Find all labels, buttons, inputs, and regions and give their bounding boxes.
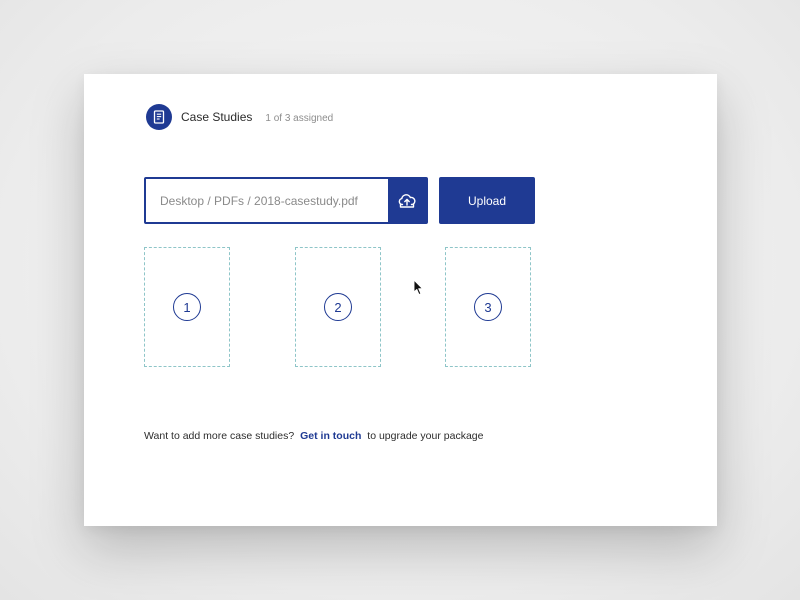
upgrade-note: Want to add more case studies? Get in to… — [144, 430, 483, 442]
card-header: Case Studies 1 of 3 assigned — [146, 104, 333, 130]
slot-number: 2 — [324, 293, 352, 321]
upload-slot-3[interactable]: 3 — [445, 247, 531, 367]
upgrade-note-suffix: to upgrade your package — [367, 430, 484, 442]
file-path-input[interactable] — [146, 179, 388, 222]
browse-file-button[interactable] — [388, 179, 426, 222]
mouse-cursor-icon — [413, 279, 424, 301]
upload-button[interactable]: Upload — [439, 177, 535, 224]
get-in-touch-link[interactable]: Get in touch — [300, 430, 361, 442]
slot-number: 1 — [173, 293, 201, 321]
case-studies-card: Case Studies 1 of 3 assigned Upload 1 2 … — [84, 74, 717, 526]
upload-slot-2[interactable]: 2 — [295, 247, 381, 367]
assigned-count: 1 of 3 assigned — [265, 112, 334, 124]
book-icon — [146, 104, 172, 130]
cloud-upload-icon — [398, 193, 416, 208]
upgrade-note-text: Want to add more case studies? — [144, 430, 295, 442]
file-path-field — [144, 177, 428, 224]
slot-number: 3 — [474, 293, 502, 321]
upload-slot-1[interactable]: 1 — [144, 247, 230, 367]
page-title: Case Studies — [181, 110, 253, 124]
